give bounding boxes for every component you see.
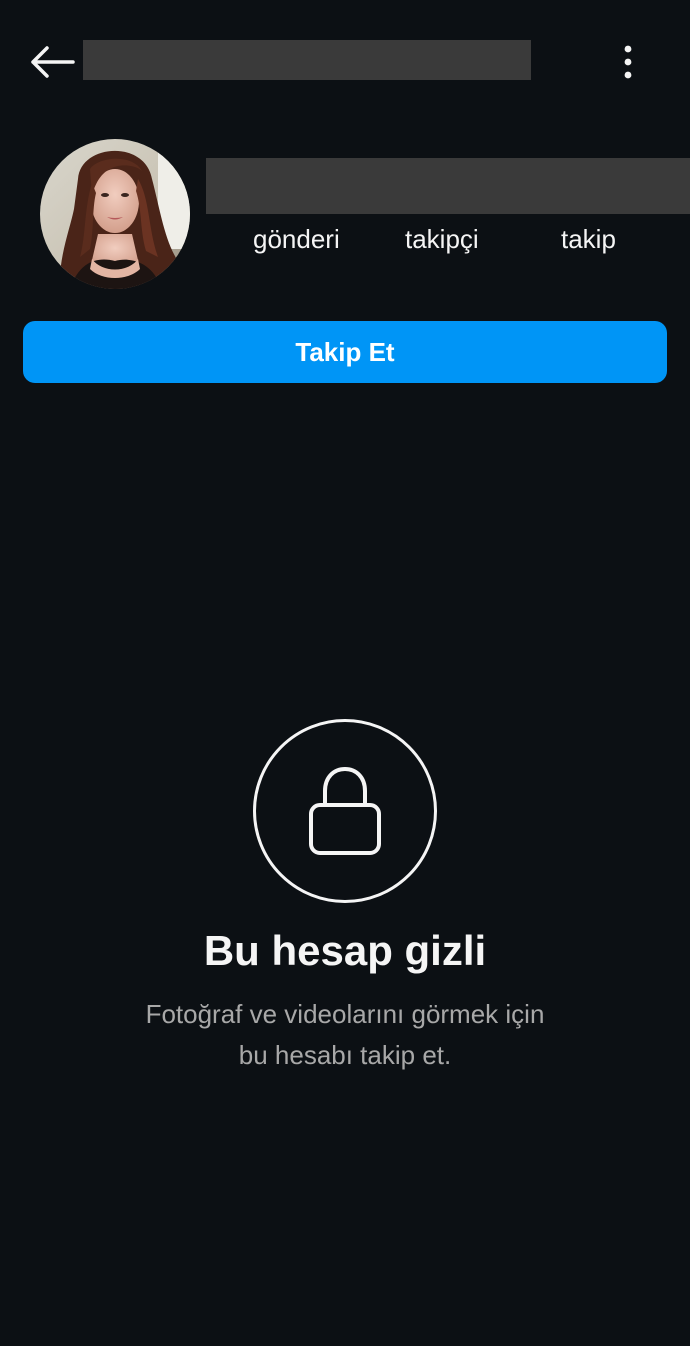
posts-count-label[interactable]: gönderi <box>253 222 340 256</box>
back-button[interactable] <box>26 38 78 86</box>
redacted-profile-name <box>206 158 690 214</box>
more-options-button[interactable] <box>608 38 648 86</box>
lock-icon <box>309 766 381 855</box>
follow-button[interactable]: Takip Et <box>23 321 667 383</box>
profile-avatar[interactable] <box>40 139 190 289</box>
lock-circle <box>253 719 437 903</box>
private-account-title: Bu hesap gizli <box>203 927 487 974</box>
arrow-left-icon <box>31 46 75 78</box>
redacted-username <box>83 40 531 80</box>
description-line-2: bu hesabı takip et. <box>238 1040 452 1070</box>
profile-screen: gönderi takipçi takip Takip Et Bu hesap … <box>0 0 690 1346</box>
following-count-label[interactable]: takip <box>561 222 616 256</box>
private-account-description: Fotoğraf ve videolarını görmek için bu h… <box>0 994 690 1076</box>
description-line-1: Fotoğraf ve videolarını görmek için <box>145 999 545 1029</box>
more-vertical-icon <box>624 45 632 79</box>
top-bar <box>0 0 690 120</box>
followers-count-label[interactable]: takipçi <box>405 222 479 256</box>
